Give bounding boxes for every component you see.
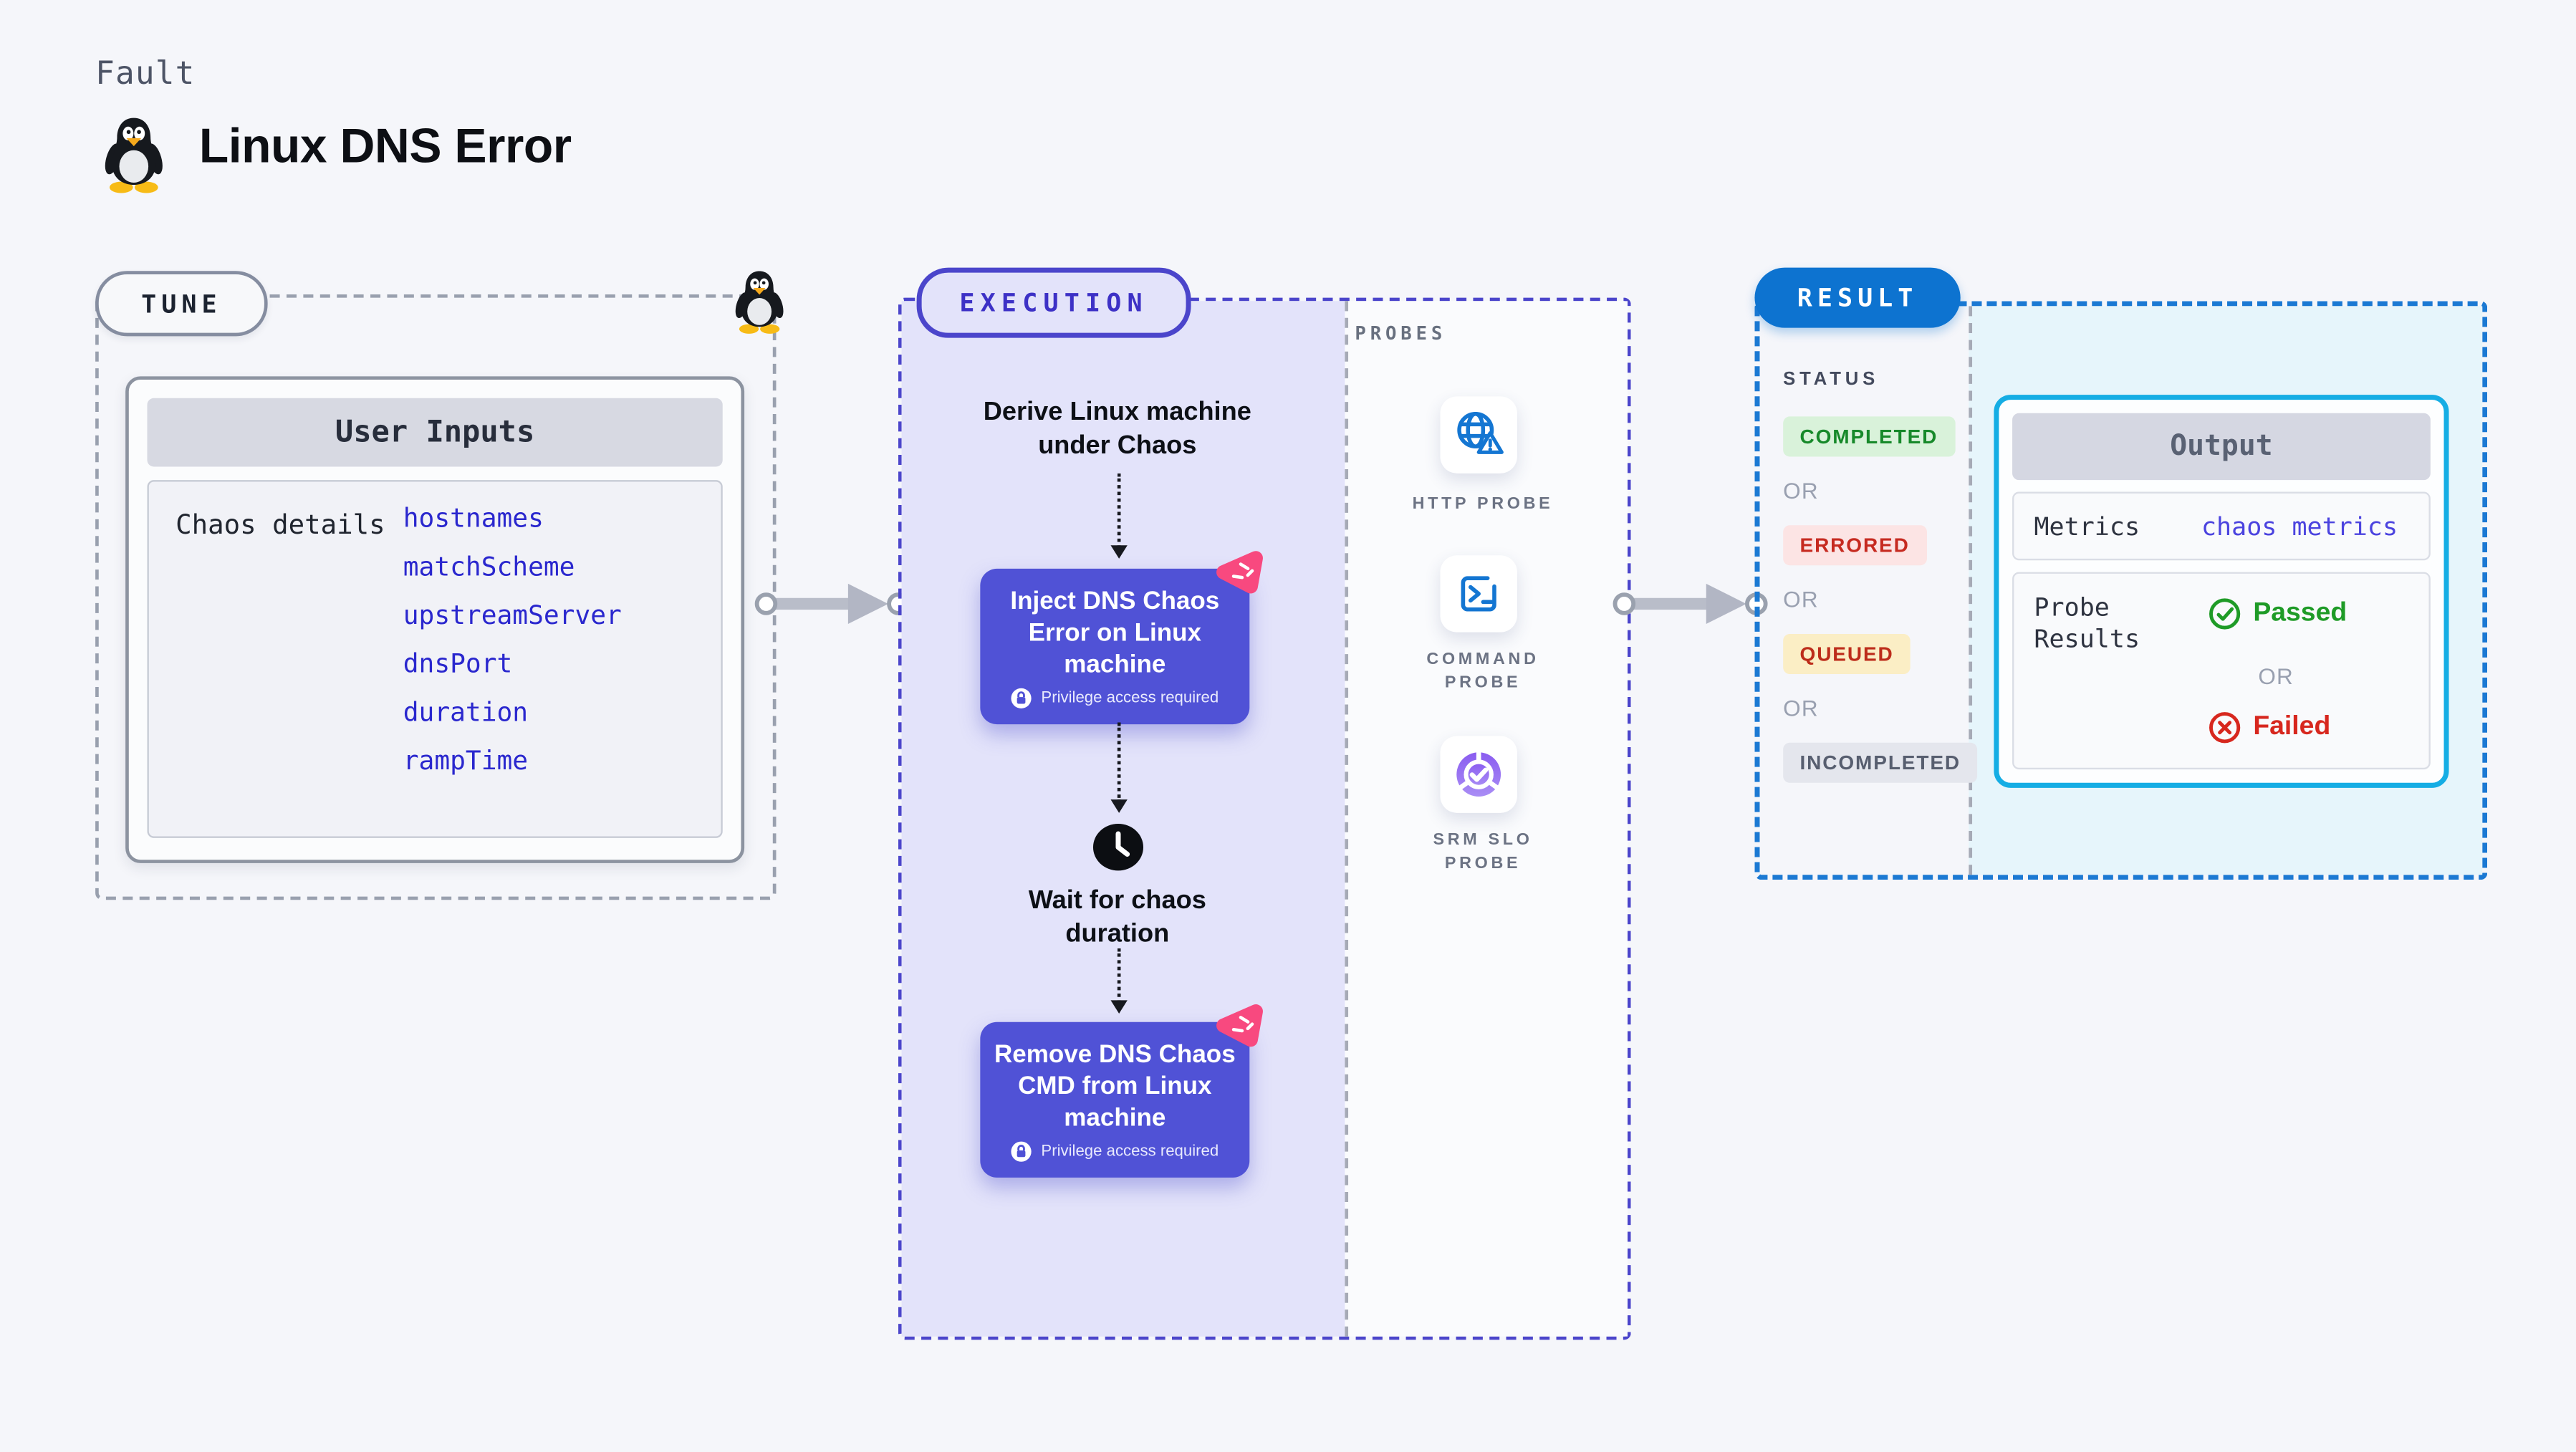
param-dnsport: dnsPort [403,649,513,680]
passed-result: Passed [2208,597,2347,631]
flow-connector-arrow [1107,948,1131,1014]
donut-check-icon [1456,751,1501,797]
tune-pill: TUNE [95,271,268,337]
or-separator: OR [1783,587,1819,612]
http-probe-label: HTTP PROBE [1342,494,1625,516]
probe-results-row: Probe Results Passed OR Failed [2012,572,2431,770]
derive-step-text: Derive Linux machine under Chaos [983,398,1251,461]
tux-corner-icon [733,271,787,334]
check-circle-icon [2209,598,2241,630]
metrics-label: Metrics [2034,511,2140,542]
terminal-icon [1461,576,1496,612]
metrics-row: Metrics chaos metrics [2012,491,2431,561]
inject-node-title: Inject DNS Chaos Error on Linux machine [1010,587,1220,680]
probe-label-line: HTTP PROBE [1412,495,1554,514]
execution-to-result-arrow [1609,579,1773,629]
metrics-value: chaos metrics [2201,511,2398,542]
param-hostnames: hostnames [403,503,544,534]
inject-dns-chaos-node: Inject DNS Chaos Error on Linux machine … [980,568,1250,725]
flow-connector-arrow [1107,722,1131,813]
status-label: STATUS [1783,370,1880,390]
globe-warning-icon [1457,412,1504,454]
param-matchscheme: matchScheme [403,552,575,582]
http-probe-card [1440,396,1517,473]
fault-category-label: Fault [95,55,196,92]
fault-diagram: Fault Linux DNS Error TUNE User Inputs C… [0,0,2576,1452]
user-inputs-body: Chaos details hostnames matchScheme upst… [147,480,723,838]
execution-pill: EXECUTION [916,267,1191,338]
probe-label-line: COMMAND [1426,650,1539,670]
remove-node-title: Remove DNS Chaos CMD from Linux machine [994,1040,1236,1133]
privilege-row: Privilege access required [990,1140,1239,1163]
remove-dns-chaos-node: Remove DNS Chaos CMD from Linux machine … [980,1021,1250,1178]
failed-result: Failed [2208,711,2330,744]
privilege-row: Privilege access required [990,687,1239,710]
result-pill: RESULT [1754,267,1961,328]
user-inputs-card: User Inputs Chaos details hostnames matc… [125,376,745,863]
status-badge-queued: QUEUED [1783,633,1911,675]
passed-text: Passed [2253,598,2347,628]
chaos-details-label: Chaos details [176,508,385,541]
or-separator: OR [1783,478,1819,504]
status-badge-errored: ERRORED [1783,525,1927,566]
failed-text: Failed [2253,712,2331,741]
x-circle-icon [2209,712,2241,744]
flow-connector-arrow [1107,473,1131,559]
srm-slo-probe-card [1440,736,1517,813]
param-duration: duration [403,697,529,728]
chaos-experiment-icon [1214,1000,1263,1049]
srm-slo-probe-label: SRM SLO PROBE [1342,830,1625,875]
param-upstreamserver: upstreamServer [403,600,622,631]
status-badge-completed: COMPLETED [1783,416,1955,457]
probe-results-label: Probe Results [2034,592,2140,655]
wait-step-text: Wait for chaos duration [1028,886,1206,948]
linux-tux-icon [102,117,166,193]
chaos-experiment-icon [1214,547,1263,596]
chaos-params-list: hostnames matchScheme upstreamServer dns… [403,502,622,793]
privilege-label: Privilege access required [1041,689,1219,708]
status-badge-incompleted: INCOMPLETED [1783,742,1978,783]
output-panel: Output Metrics chaos metrics Probe Resul… [1994,395,2449,788]
page-title: Linux DNS Error [198,120,572,174]
privilege-label: Privilege access required [1041,1142,1219,1161]
lock-icon [1011,687,1033,710]
command-probe-card [1440,555,1517,633]
lock-icon [1011,1140,1033,1163]
wait-clock-icon [1092,824,1144,871]
probe-label-line: PROBE [1444,673,1522,692]
probes-label: PROBES [1355,322,1447,345]
or-separator: OR [1783,696,1819,721]
user-inputs-header: User Inputs [147,398,723,467]
tune-to-execution-arrow [751,579,915,629]
command-probe-label: COMMAND PROBE [1342,649,1625,694]
output-header: Output [2012,413,2431,481]
probe-label-line: PROBE [1444,854,1522,872]
param-ramptime: rampTime [403,746,529,777]
probe-label-line: SRM SLO [1433,831,1533,850]
or-separator: OR [2258,664,2294,690]
